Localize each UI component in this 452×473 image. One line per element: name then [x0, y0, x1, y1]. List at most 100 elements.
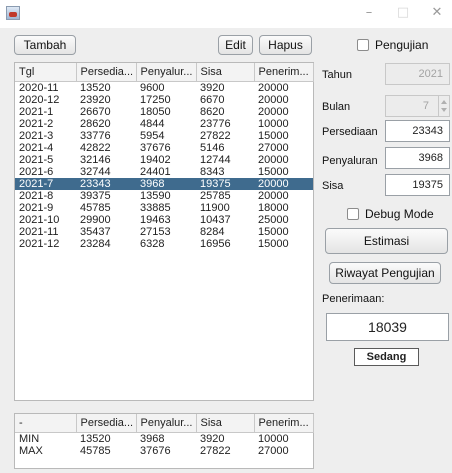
table-cell: 33885 — [140, 202, 171, 214]
summary-table-panel: - Persedia... Penyalur... Sisa Penerim... MI… — [14, 413, 314, 469]
riwayat-pengujian-button[interactable]: Riwayat Pengujian — [329, 262, 441, 284]
close-button[interactable]: ✕ — [420, 0, 452, 28]
table-cell: 20000 — [254, 178, 313, 190]
table-row[interactable]: 2021-9 45785 33885 11900 18000 — [15, 202, 313, 214]
summary-row[interactable]: MIN 13520 3968 3920 10000 — [15, 433, 313, 446]
debug-mode-label: Debug Mode — [365, 207, 434, 221]
data-table-panel: Tgl Persedia... Penyalur... Sisa Penerim... … — [14, 62, 314, 401]
table-cell: 13590 — [140, 190, 171, 202]
bulan-spinner-arrows[interactable] — [438, 96, 448, 116]
table-row[interactable]: 2021-11 35437 27153 8284 15000 — [15, 226, 313, 238]
debug-mode-checkbox[interactable] — [347, 208, 359, 220]
table-cell: 29900 — [80, 214, 111, 226]
penyaluran-label: Penyaluran — [322, 155, 378, 167]
table-row[interactable]: 2021-12 23284 6328 16956 15000 — [15, 238, 313, 250]
table-cell: 16956 — [200, 238, 231, 250]
table-row[interactable]: 2021-2 28620 4844 23776 10000 — [15, 118, 313, 130]
table-cell: 19375 — [196, 178, 254, 190]
title-bar: – □ ✕ — [0, 0, 452, 28]
table-cell: 24401 — [140, 166, 171, 178]
table-row[interactable]: 2021-3 33776 5954 27822 15000 — [15, 130, 313, 142]
table-cell: 2021-12 — [19, 238, 60, 250]
table-cell: 3920 — [200, 82, 225, 94]
summary-row[interactable]: MAX 45785 37676 27822 27000 — [15, 445, 313, 457]
data-table-column-header[interactable]: Penerim... — [254, 63, 314, 82]
table-cell: 35437 — [80, 226, 111, 238]
bulan-label: Bulan — [322, 101, 351, 113]
data-table-column-header[interactable]: Tgl — [15, 63, 77, 82]
table-row[interactable]: 2021-1 26670 18050 8620 20000 — [15, 106, 313, 118]
pengujian-checkbox[interactable] — [357, 39, 369, 51]
table-cell: 19402 — [140, 154, 171, 166]
table-cell: 17250 — [140, 94, 171, 106]
table-cell: 6328 — [140, 238, 165, 250]
table-cell: 33776 — [80, 130, 111, 142]
table-cell: 2021-10 — [19, 214, 60, 226]
result-category-badge: Sedang — [354, 348, 419, 366]
data-table-column-header[interactable]: Sisa — [196, 63, 255, 82]
table-cell: 5954 — [140, 130, 165, 142]
spinner-arrows-icon — [441, 100, 447, 112]
table-row[interactable]: 2021-7 23343 3968 19375 20000 — [15, 178, 313, 190]
table-cell: 15000 — [258, 238, 289, 250]
table-row[interactable]: 2021-4 42822 37676 5146 27000 — [15, 142, 313, 154]
data-table-column-header[interactable]: Persedia... — [76, 63, 137, 82]
table-cell: 15000 — [258, 130, 289, 142]
table-cell: 2021-7 — [15, 178, 76, 190]
table-cell: 23920 — [80, 94, 111, 106]
table-body: 2020-11 13520 9600 3920 20000 2020-12 23920 172… — [15, 82, 313, 250]
table-row[interactable]: 2021-10 29900 19463 10437 25000 — [15, 214, 313, 226]
table-cell: 6670 — [200, 94, 225, 106]
table-cell: 32744 — [80, 166, 111, 178]
table-cell: 2021-3 — [19, 130, 54, 142]
summary-table-column-header[interactable]: - — [15, 414, 77, 433]
table-row[interactable]: 2020-11 13520 9600 3920 20000 — [15, 82, 313, 95]
table-cell: 23343 — [76, 178, 136, 190]
summary-table-column-header[interactable]: Persedia... — [76, 414, 137, 433]
persediaan-field[interactable]: 23343 — [385, 120, 450, 142]
penyaluran-field[interactable]: 3968 — [385, 147, 450, 169]
sisa-field[interactable]: 19375 — [385, 174, 450, 196]
table-cell: 18000 — [258, 202, 289, 214]
hapus-button[interactable]: Hapus — [259, 35, 312, 55]
table-cell: 42822 — [80, 142, 111, 154]
table-cell: 45785 — [80, 202, 111, 214]
data-table: Tgl Persedia... Penyalur... Sisa Penerim... … — [15, 63, 314, 250]
table-cell: 15000 — [258, 226, 289, 238]
table-cell: 2021-2 — [19, 118, 54, 130]
table-cell: 15000 — [258, 166, 289, 178]
minimize-button[interactable]: – — [352, 0, 386, 28]
summary-table-column-header[interactable]: Penerim... — [254, 414, 314, 433]
table-cell: 27822 — [200, 445, 231, 457]
table-row[interactable]: 2021-8 39375 13590 25785 20000 — [15, 190, 313, 202]
penerimaan-label: Penerimaan: — [322, 293, 385, 305]
table-cell: MAX — [19, 445, 43, 457]
edit-button[interactable]: Edit — [218, 35, 253, 55]
table-cell: 10437 — [200, 214, 231, 226]
table-cell: 2021-11 — [19, 226, 59, 238]
table-row[interactable]: 2020-12 23920 17250 6670 20000 — [15, 94, 313, 106]
table-cell: 26670 — [80, 106, 111, 118]
estimasi-button[interactable]: Estimasi — [325, 228, 448, 254]
table-cell: 12744 — [200, 154, 231, 166]
summary-table: - Persedia... Penyalur... Sisa Penerim... MI… — [15, 414, 314, 457]
table-row[interactable]: 2021-6 32744 24401 8343 15000 — [15, 166, 313, 178]
table-cell: 3968 — [136, 178, 196, 190]
summary-body: MIN 13520 3968 3920 10000 MAX 45785 37676 27822 2… — [15, 433, 313, 457]
table-cell: 27000 — [258, 142, 289, 154]
tambah-button[interactable]: Tambah — [14, 35, 76, 55]
table-cell: 8620 — [200, 106, 225, 118]
table-cell: 27153 — [140, 226, 171, 238]
java-app-icon — [6, 6, 20, 20]
table-cell: 2020-12 — [19, 94, 60, 106]
penerimaan-result-field: 18039 — [326, 313, 449, 341]
maximize-button[interactable]: □ — [386, 0, 420, 28]
table-header: Tgl Persedia... Penyalur... Sisa Penerim... — [15, 63, 314, 82]
summary-table-column-header[interactable]: Penyalur... — [136, 414, 197, 433]
summary-table-column-header[interactable]: Sisa — [196, 414, 255, 433]
data-table-column-header[interactable]: Penyalur... — [136, 63, 197, 82]
table-cell: MIN — [19, 433, 40, 445]
tahun-field[interactable]: 2021 — [385, 63, 450, 85]
table-row[interactable]: 2021-5 32146 19402 12744 20000 — [15, 154, 313, 166]
table-cell: 11900 — [200, 202, 230, 214]
